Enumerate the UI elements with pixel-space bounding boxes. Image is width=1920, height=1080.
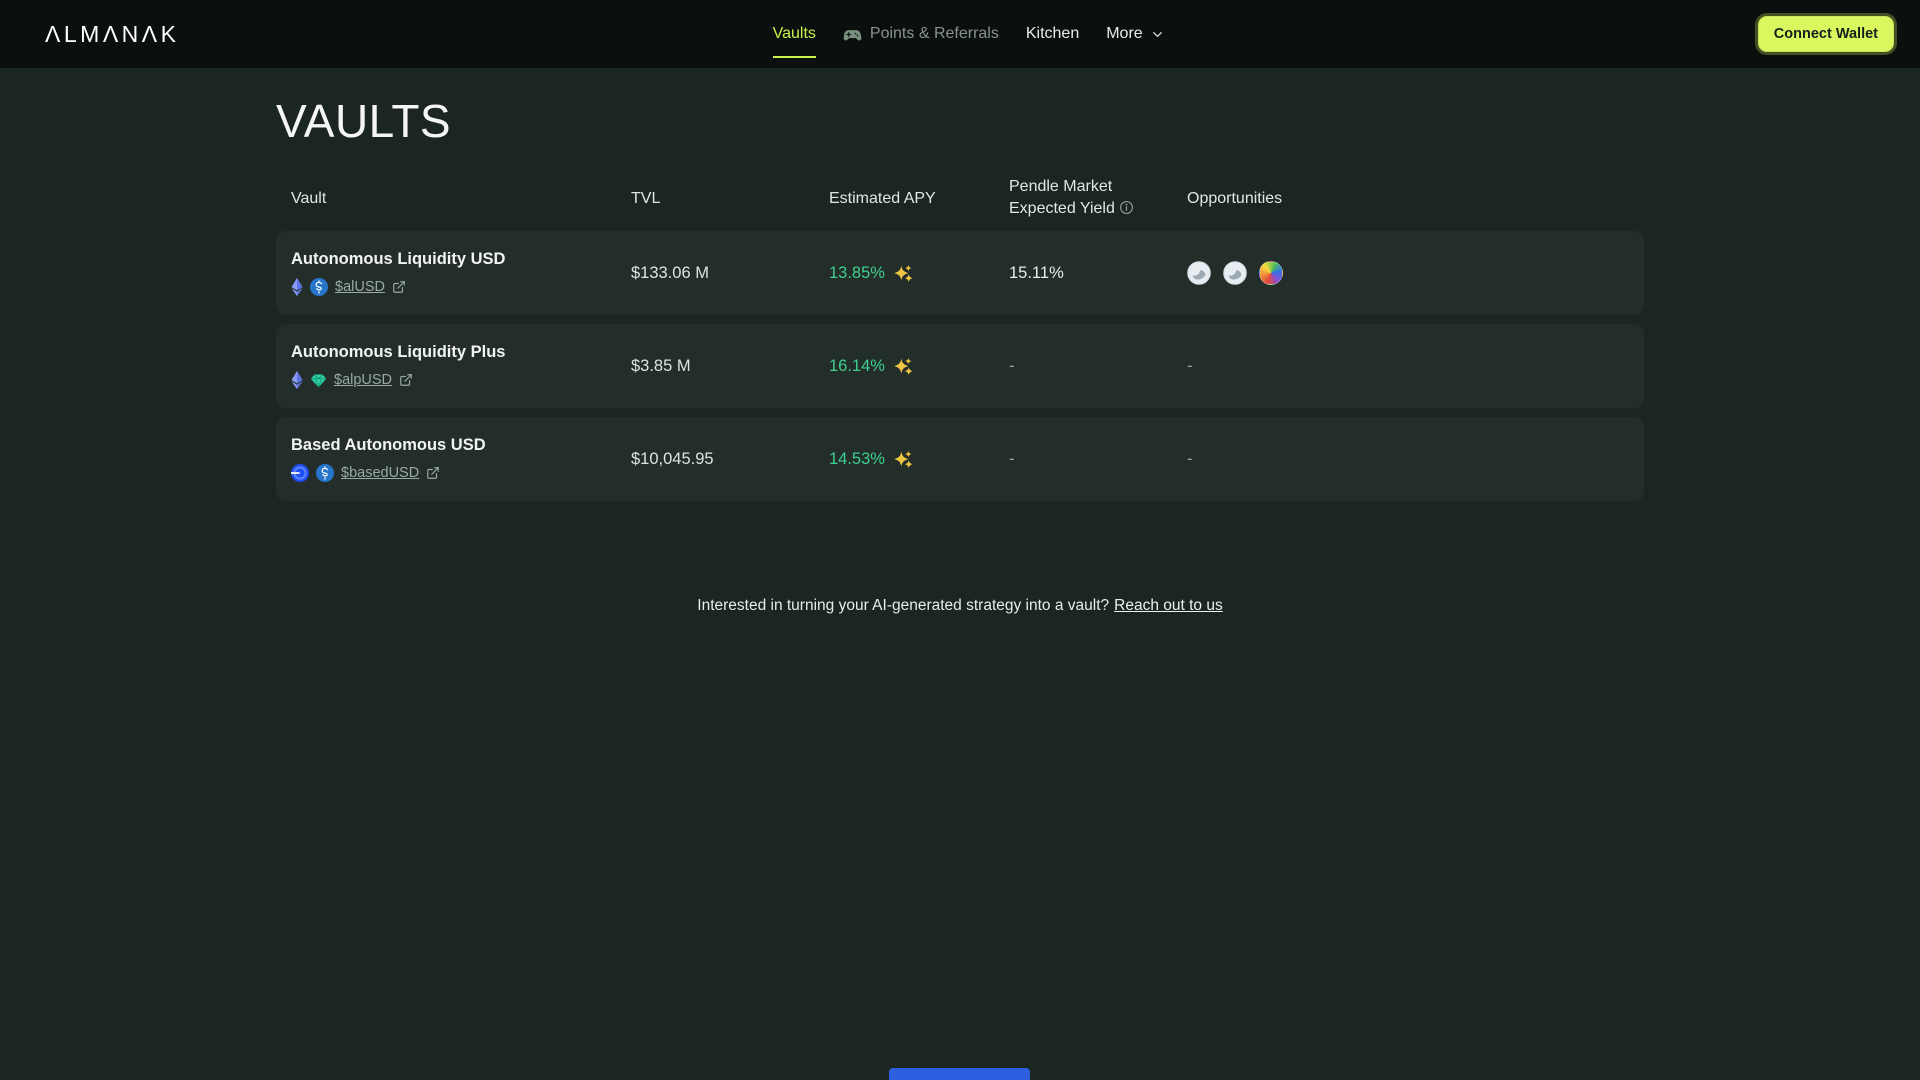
vault-name: Autonomous Liquidity Plus bbox=[291, 343, 506, 361]
vault-meta: $basedUSD bbox=[291, 464, 631, 482]
info-icon[interactable] bbox=[1119, 200, 1134, 222]
vault-name: Based Autonomous USD bbox=[291, 436, 486, 454]
gem-icon bbox=[310, 372, 327, 389]
chevron-down-icon bbox=[1150, 27, 1165, 42]
ethereum-icon bbox=[291, 278, 303, 296]
external-link-icon[interactable] bbox=[399, 373, 413, 387]
apy-cell: 16.14% bbox=[829, 356, 1009, 377]
external-link-icon[interactable] bbox=[426, 466, 440, 480]
almanak-logo[interactable]: ΛLMΛNΛK bbox=[45, 21, 180, 48]
nav-points-referrals-label: Points & Referrals bbox=[869, 25, 999, 42]
usdc-icon bbox=[316, 464, 334, 482]
col-header-vault: Vault bbox=[291, 190, 327, 207]
bottom-blue-bar bbox=[889, 1068, 1030, 1080]
sparkles-icon bbox=[893, 449, 914, 470]
vault-name: Autonomous Liquidity USD bbox=[291, 250, 506, 268]
nav-tab-points-referrals[interactable]: Points & Referrals bbox=[843, 25, 999, 44]
footer-cta-text: Interested in turning your AI-generated … bbox=[697, 597, 1110, 614]
vault-cell: Autonomous Liquidity Plus $alpUSD bbox=[291, 343, 631, 389]
ethereum-icon bbox=[291, 371, 303, 389]
base-icon bbox=[291, 464, 309, 482]
pendle-icon[interactable] bbox=[1187, 261, 1211, 285]
apy-value: 13.85% bbox=[829, 263, 885, 282]
nav-kitchen-label: Kitchen bbox=[1025, 25, 1080, 42]
pendle-yield-value: 15.11% bbox=[1009, 263, 1064, 282]
opportunities-cell: - bbox=[1187, 356, 1193, 375]
tvl-value: $10,045.95 bbox=[631, 449, 714, 468]
nav-vaults-label: Vaults bbox=[772, 25, 816, 42]
tvl-value: $3.85 M bbox=[631, 356, 691, 375]
rainbow-icon[interactable] bbox=[1259, 261, 1283, 285]
apy-cell: 13.85% bbox=[829, 263, 1009, 284]
external-link-icon[interactable] bbox=[392, 280, 406, 294]
reach-out-link[interactable]: Reach out to us bbox=[1114, 597, 1223, 614]
col-header-tvl: TVL bbox=[631, 190, 661, 207]
vault-row-based-autonomous-usd[interactable]: Based Autonomous USD $basedUSD $10,045.9… bbox=[276, 417, 1644, 501]
main-nav: Vaults Points & Referrals Kitchen More bbox=[180, 25, 1758, 58]
gamepad-icon bbox=[843, 25, 862, 44]
col-header-estimated-apy: Estimated APY bbox=[829, 190, 936, 207]
tvl-value: $133.06 M bbox=[631, 263, 709, 282]
vault-cell: Based Autonomous USD $basedUSD bbox=[291, 436, 631, 482]
sparkles-icon bbox=[893, 263, 914, 284]
vault-row-autonomous-liquidity-plus[interactable]: Autonomous Liquidity Plus $alpUSD $3.85 … bbox=[276, 324, 1644, 408]
pendle-header-label: Pendle Market Expected Yield bbox=[1009, 178, 1115, 217]
token-link[interactable]: $basedUSD bbox=[341, 465, 419, 481]
vault-meta: $alUSD bbox=[291, 278, 631, 296]
footer-cta: Interested in turning your AI-generated … bbox=[276, 597, 1644, 615]
usdc-icon bbox=[310, 278, 328, 296]
vaults-page: VAULTS Vault TVL Estimated APY Pendle Ma… bbox=[276, 94, 1644, 615]
vault-cell: Autonomous Liquidity USD $alUSD bbox=[291, 250, 631, 296]
vault-meta: $alpUSD bbox=[291, 371, 631, 389]
pendle-yield-value: - bbox=[1009, 356, 1015, 375]
top-nav: ΛLMΛNΛK Vaults Points & Referrals Kitche… bbox=[0, 0, 1920, 68]
sparkles-icon bbox=[893, 356, 914, 377]
col-header-opportunities: Opportunities bbox=[1187, 190, 1283, 207]
nav-tab-more[interactable]: More bbox=[1106, 25, 1164, 43]
col-header-pendle-yield: Pendle Market Expected Yield bbox=[1009, 176, 1161, 221]
apy-value: 14.53% bbox=[829, 449, 885, 468]
opportunities-cell bbox=[1187, 261, 1644, 285]
apy-value: 16.14% bbox=[829, 356, 885, 375]
vault-row-autonomous-liquidity-usd[interactable]: Autonomous Liquidity USD $alUSD $133.06 … bbox=[276, 231, 1644, 315]
nav-more-label: More bbox=[1106, 25, 1143, 42]
token-link[interactable]: $alpUSD bbox=[334, 372, 392, 388]
connect-wallet-button[interactable]: Connect Wallet bbox=[1757, 16, 1894, 52]
pendle-icon[interactable] bbox=[1223, 261, 1247, 285]
nav-tab-kitchen[interactable]: Kitchen bbox=[1026, 25, 1079, 43]
pendle-yield-value: - bbox=[1009, 449, 1015, 468]
table-header: Vault TVL Estimated APY Pendle Market Ex… bbox=[276, 176, 1644, 222]
page-title: VAULTS bbox=[276, 95, 452, 147]
nav-tab-vaults[interactable]: Vaults bbox=[772, 25, 817, 58]
opportunities-cell: - bbox=[1187, 449, 1193, 468]
apy-cell: 14.53% bbox=[829, 449, 1009, 470]
token-link[interactable]: $alUSD bbox=[335, 279, 385, 295]
